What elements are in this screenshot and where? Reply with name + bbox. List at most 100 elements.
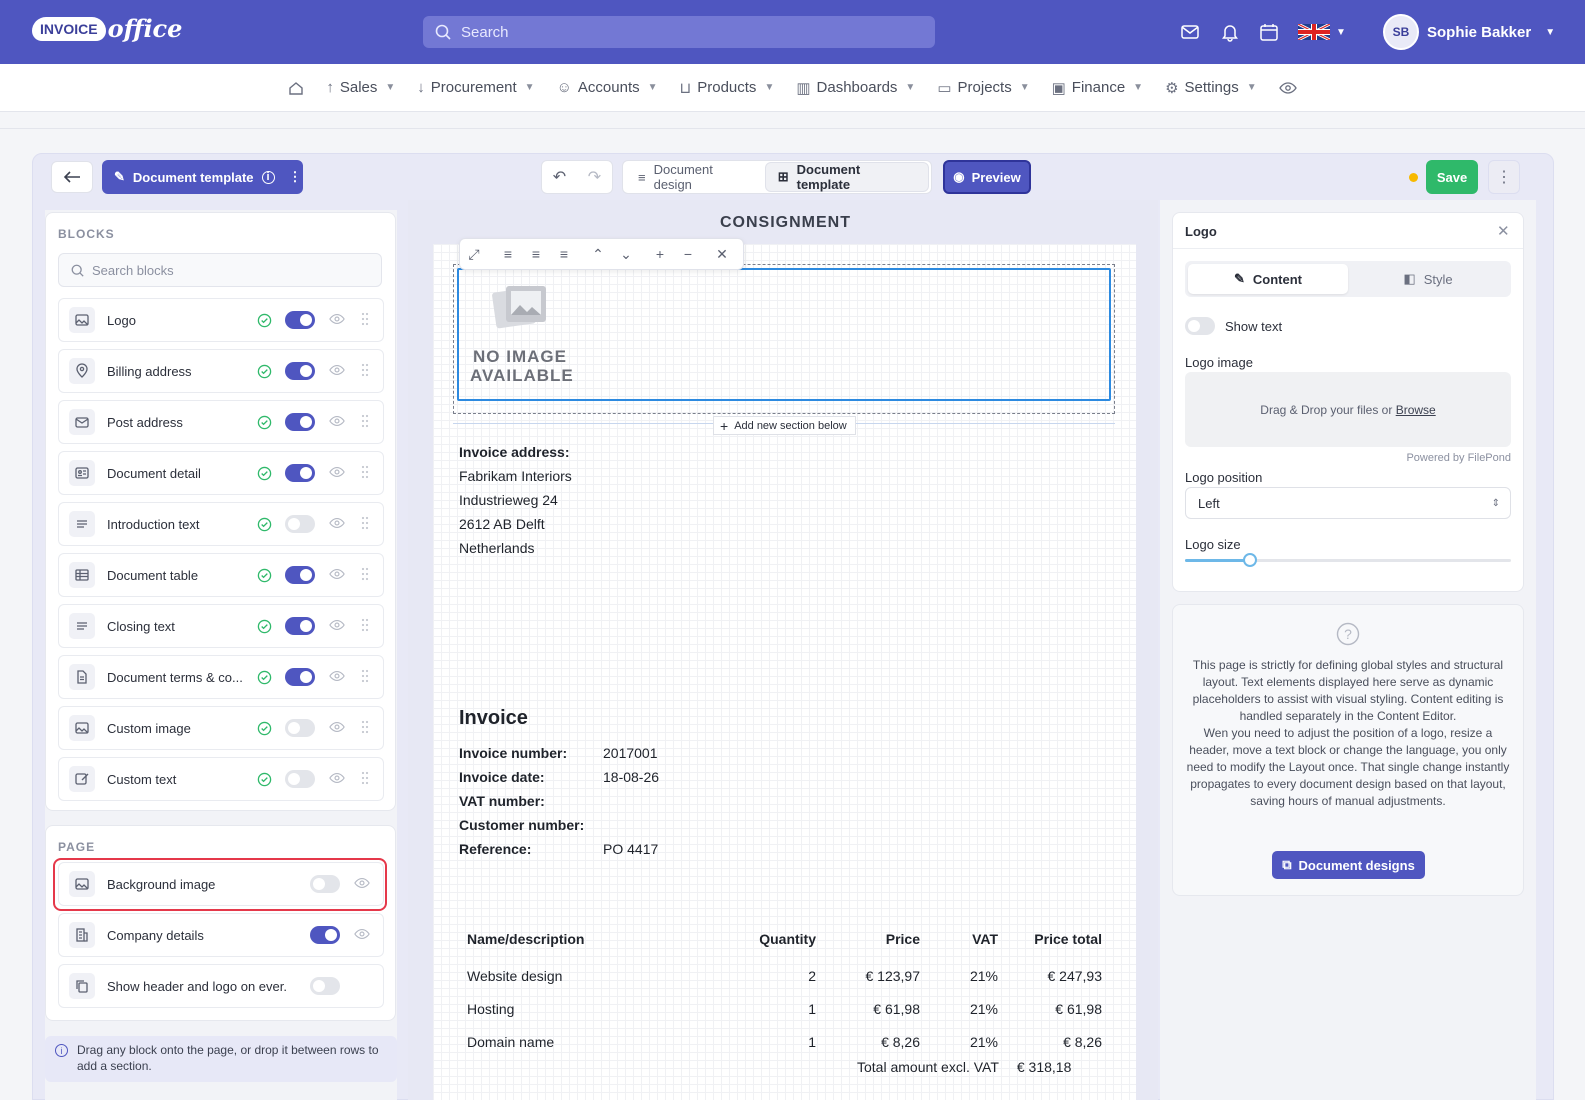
tab-style[interactable]: ◧ Style (1348, 264, 1508, 294)
block-item[interactable]: Post address (58, 400, 384, 444)
plus-icon[interactable]: + (646, 246, 674, 262)
user-menu[interactable]: SB Sophie Bakker ▼ (1383, 14, 1555, 50)
drag-handle-icon[interactable] (361, 771, 369, 785)
eye-icon[interactable] (1278, 81, 1297, 95)
drag-handle-icon[interactable] (361, 618, 369, 632)
file-drop-zone[interactable]: Drag & Drop your files or Browse (1185, 372, 1511, 447)
nav-settings[interactable]: ⚙ Settings ▼ (1165, 79, 1257, 97)
eye-wrapper[interactable] (329, 363, 345, 382)
home-icon[interactable] (288, 80, 304, 96)
tab-document-design[interactable]: ≡ Document design (626, 162, 766, 192)
eye-icon[interactable] (354, 927, 370, 941)
calendar-icon[interactable] (1259, 22, 1279, 42)
block-item[interactable]: Introduction text (58, 502, 384, 546)
drag-handle-icon[interactable] (361, 312, 369, 326)
close-icon[interactable]: ✕ (708, 246, 736, 263)
nav-products[interactable]: ⊔ Products ▼ (680, 79, 775, 97)
nav-procurement[interactable]: ↓ Procurement ▼ (417, 79, 534, 96)
eye-wrapper[interactable] (329, 567, 345, 586)
block-toggle[interactable] (285, 668, 315, 686)
block-item[interactable]: Logo (58, 298, 384, 342)
grip-wrapper[interactable] (361, 312, 369, 331)
chevron-down-icon[interactable]: ⌄ (612, 246, 640, 263)
grip-wrapper[interactable] (361, 414, 369, 433)
eye-wrapper[interactable] (329, 771, 345, 790)
grip-wrapper[interactable] (361, 465, 369, 484)
grip-wrapper[interactable] (361, 771, 369, 790)
eye-icon[interactable] (329, 720, 345, 734)
eye-wrapper[interactable] (329, 669, 345, 688)
app-logo[interactable]: INVOICE office (32, 14, 182, 43)
eye-icon[interactable] (329, 414, 345, 428)
back-button[interactable] (51, 161, 93, 193)
show-text-toggle[interactable] (1185, 317, 1215, 335)
block-item[interactable]: Document detail (58, 451, 384, 495)
eye-icon[interactable] (329, 465, 345, 479)
align-left-icon[interactable]: ≡ (494, 246, 522, 262)
eye-wrapper[interactable] (329, 414, 345, 433)
global-search-input[interactable]: Search (423, 16, 935, 48)
save-button[interactable]: Save (1426, 160, 1478, 194)
nav-projects[interactable]: ▭ Projects ▼ (937, 79, 1029, 97)
nav-dashboards[interactable]: ▥ Dashboards ▼ (796, 79, 915, 97)
document-template-button[interactable]: ✎ Document template i ⋮ (102, 160, 303, 194)
block-toggle[interactable] (285, 719, 315, 737)
minus-icon[interactable]: − (674, 246, 702, 262)
page-item-toggle[interactable] (310, 977, 340, 995)
block-item[interactable]: Billing address (58, 349, 384, 393)
nav-finance[interactable]: ▣ Finance ▼ (1052, 79, 1143, 97)
block-item[interactable]: Custom image (58, 706, 384, 750)
block-item[interactable]: Custom text (58, 757, 384, 801)
undo-icon[interactable]: ↶ (553, 167, 566, 187)
logo-position-select[interactable]: Left ⇕ (1185, 487, 1511, 519)
chevron-up-icon[interactable]: ⌃ (584, 246, 612, 263)
block-search-input[interactable]: Search blocks (58, 253, 382, 287)
nav-sales[interactable]: ↑ Sales ▼ (326, 79, 395, 96)
page-item[interactable]: Company details (58, 913, 384, 957)
grip-wrapper[interactable] (361, 516, 369, 535)
eye-wrapper[interactable] (329, 516, 345, 535)
browse-link[interactable]: Browse (1396, 403, 1436, 417)
grip-wrapper[interactable] (361, 618, 369, 637)
page-item-toggle[interactable] (310, 926, 340, 944)
add-section-button[interactable]: + Add new section below (713, 416, 856, 435)
eye-wrapper[interactable] (354, 927, 370, 946)
block-toggle[interactable] (285, 464, 315, 482)
drag-handle-icon[interactable] (361, 669, 369, 683)
drag-handle-icon[interactable] (361, 516, 369, 530)
tab-content[interactable]: ✎ Content (1188, 264, 1348, 294)
drag-handle-icon[interactable] (361, 567, 369, 581)
block-item[interactable]: Closing text (58, 604, 384, 648)
mail-icon[interactable] (1180, 22, 1200, 42)
grip-wrapper[interactable] (361, 669, 369, 688)
language-selector[interactable]: ▼ (1298, 24, 1346, 40)
block-toggle[interactable] (285, 362, 315, 380)
eye-icon[interactable] (329, 567, 345, 581)
eye-wrapper[interactable] (329, 465, 345, 484)
drag-handle-icon[interactable] (361, 720, 369, 734)
drag-handle-icon[interactable] (361, 363, 369, 377)
align-center-icon[interactable]: ≡ (522, 246, 550, 262)
grip-wrapper[interactable] (361, 363, 369, 382)
block-toggle[interactable] (285, 413, 315, 431)
align-right-icon[interactable]: ≡ (550, 246, 578, 262)
close-icon[interactable]: ✕ (1497, 222, 1510, 240)
page-item[interactable]: Show header and logo on ever... (58, 964, 384, 1008)
bell-icon[interactable] (1220, 22, 1240, 42)
grip-wrapper[interactable] (361, 567, 369, 586)
eye-wrapper[interactable] (329, 618, 345, 637)
block-toggle[interactable] (285, 515, 315, 533)
grip-wrapper[interactable] (361, 720, 369, 739)
block-item[interactable]: Document terms & co... (58, 655, 384, 699)
tab-document-template[interactable]: ⊞ Document template (765, 162, 928, 192)
eye-icon[interactable] (329, 618, 345, 632)
eye-icon[interactable] (329, 312, 345, 326)
eye-wrapper[interactable] (329, 720, 345, 739)
block-toggle[interactable] (285, 566, 315, 584)
nav-accounts[interactable]: ☺ Accounts ▼ (557, 79, 658, 96)
more-options-button[interactable]: ⋮ (1488, 160, 1520, 194)
preview-button[interactable]: ◉ Preview (943, 160, 1031, 194)
block-toggle[interactable] (285, 311, 315, 329)
drag-handle-icon[interactable] (361, 414, 369, 428)
drag-handle-icon[interactable] (361, 465, 369, 479)
